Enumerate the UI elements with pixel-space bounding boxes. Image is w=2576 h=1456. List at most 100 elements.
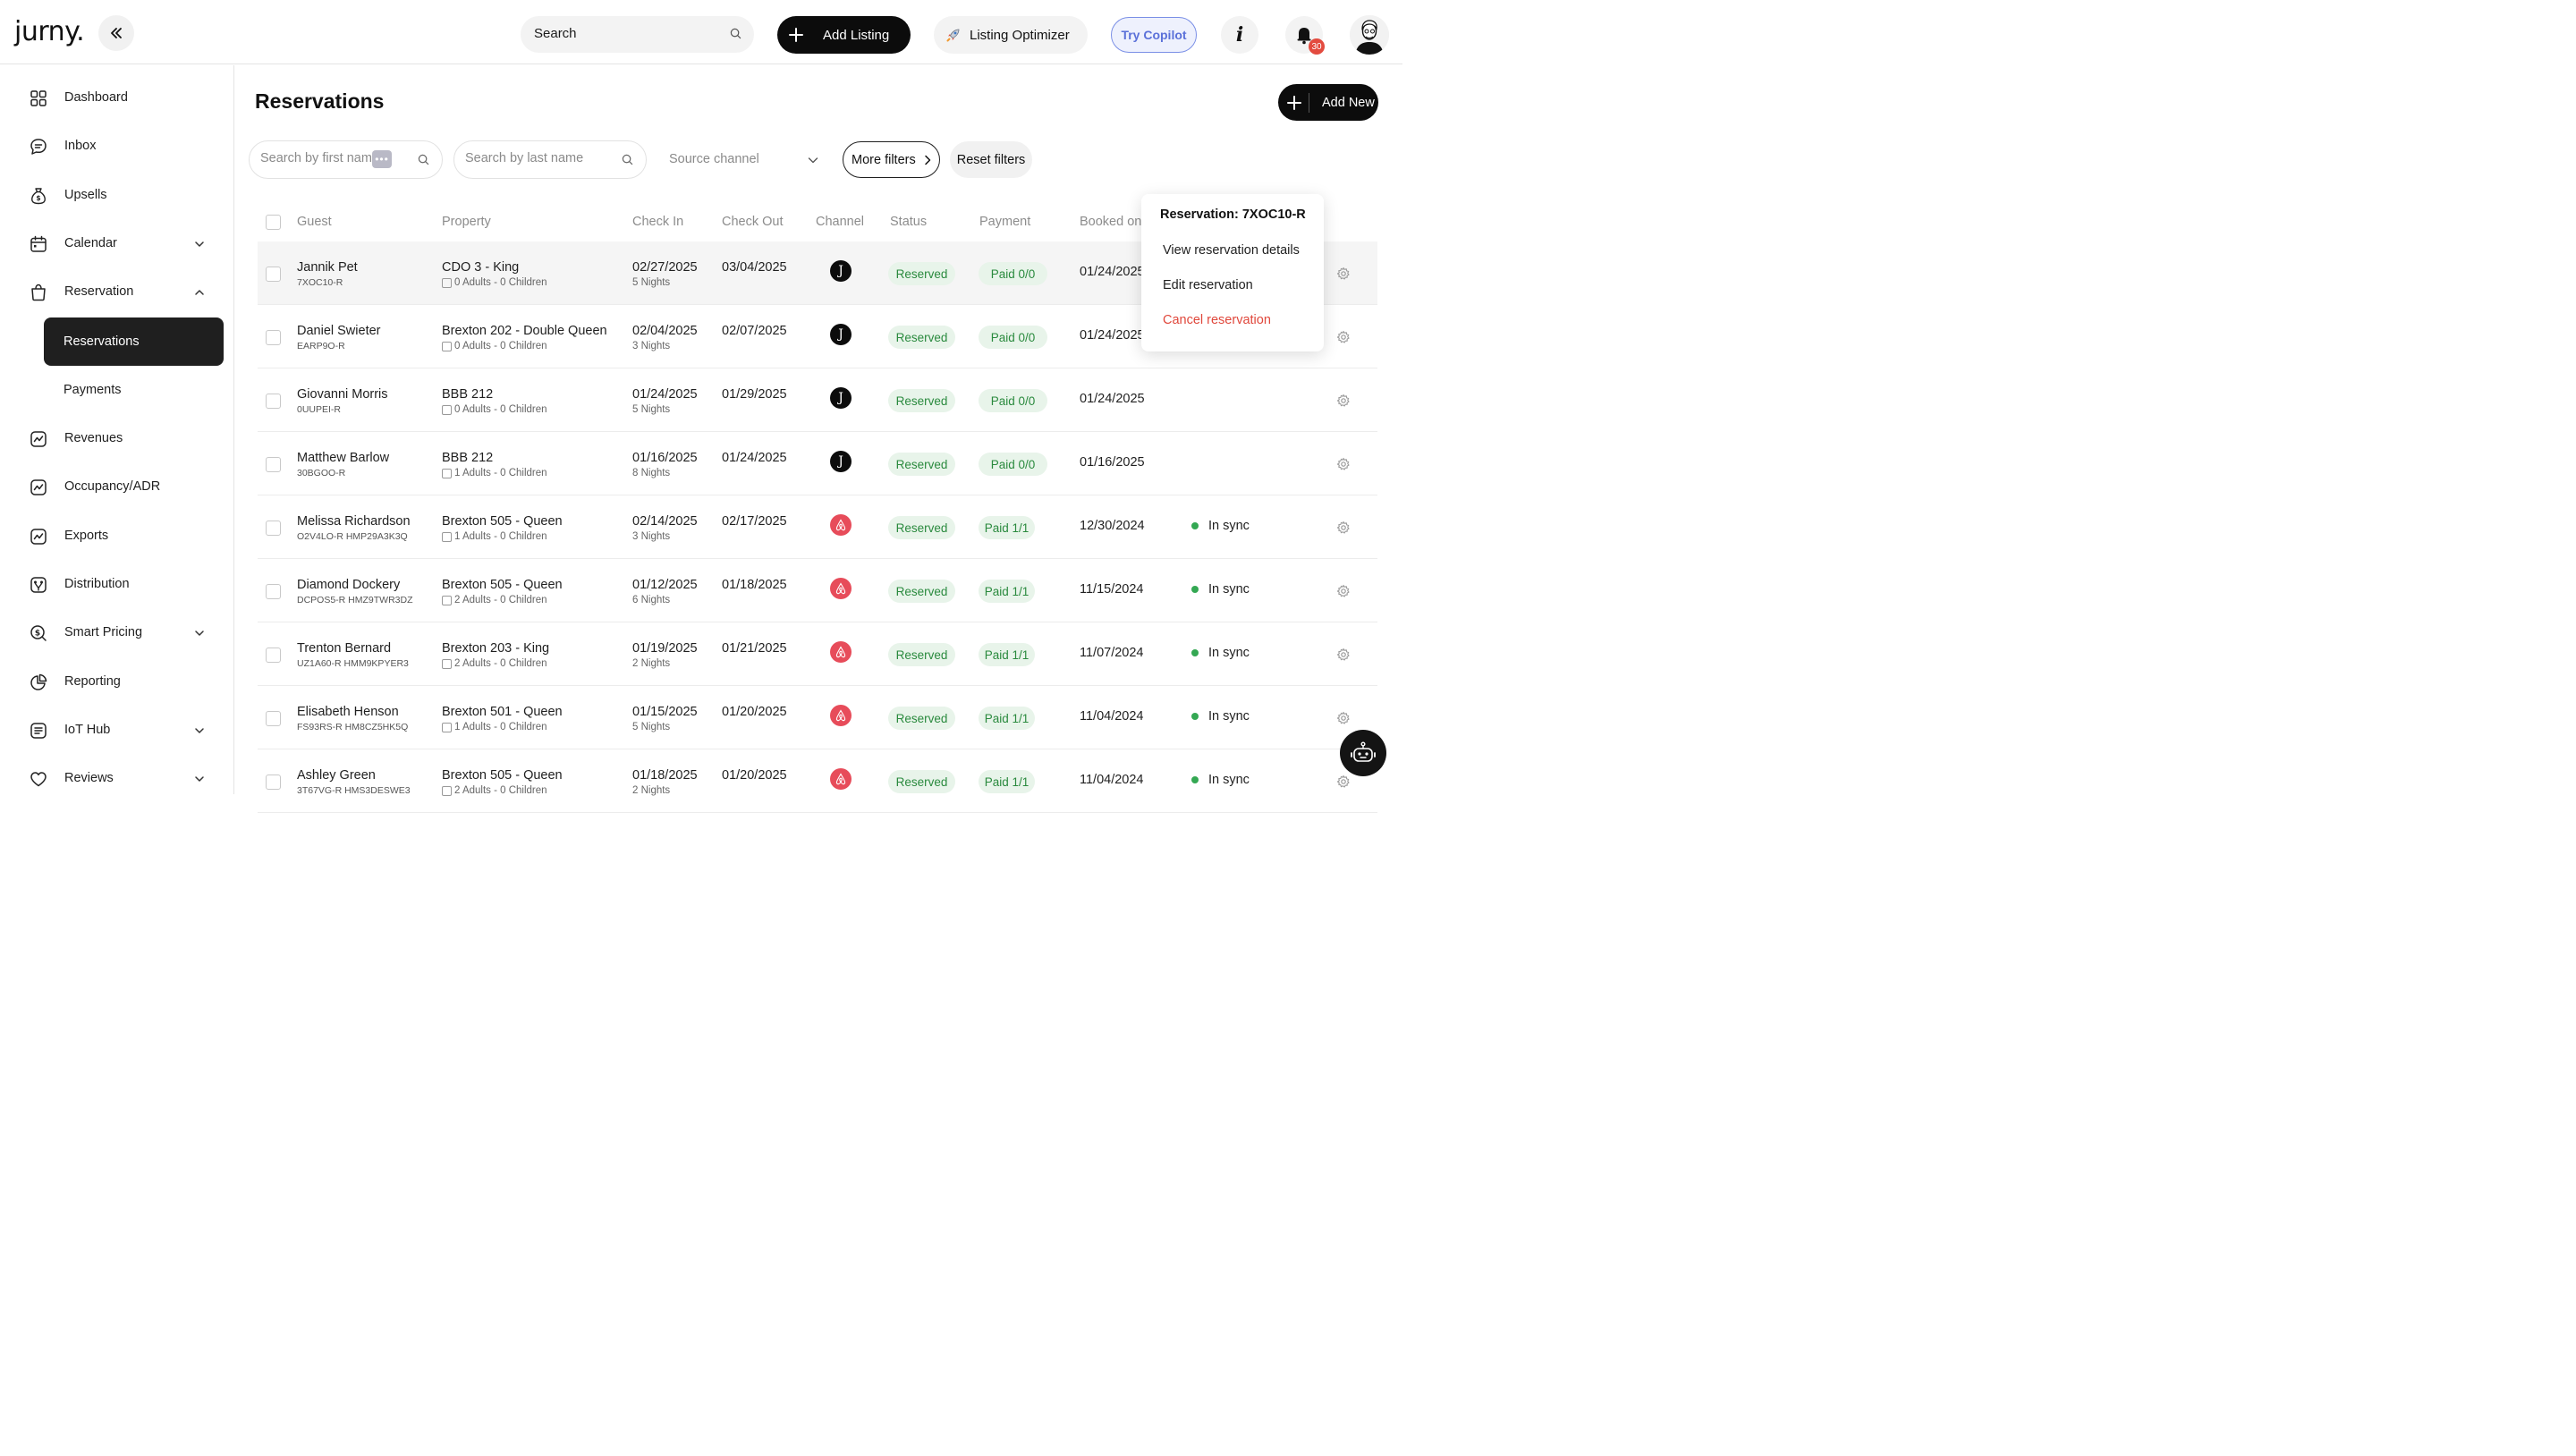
check-in-date: 01/12/2025 xyxy=(632,578,698,592)
sidebar-item-exports[interactable]: Exports xyxy=(0,519,234,554)
row-checkbox[interactable] xyxy=(266,648,281,663)
guest-name[interactable]: Matthew Barlow xyxy=(297,451,389,465)
property-name[interactable]: Brexton 505 - Queen xyxy=(442,768,563,783)
global-search[interactable]: Search xyxy=(521,16,754,53)
table-row[interactable]: Melissa Richardson O2V4LO-R HMP29A3K3Q Bre… xyxy=(258,495,1377,559)
guests-icon xyxy=(442,468,452,478)
sidebar-item-distribution[interactable]: Distribution xyxy=(0,567,234,603)
property-name[interactable]: BBB 212 xyxy=(442,387,493,402)
table-row[interactable]: Matthew Barlow 30BGOO-R BBB 212 1 Adults - … xyxy=(258,432,1377,495)
gear-icon[interactable] xyxy=(1336,648,1351,662)
more-options-icon[interactable]: ••• xyxy=(372,150,392,168)
row-checkbox[interactable] xyxy=(266,394,281,409)
column-header-property[interactable]: Property xyxy=(442,215,491,229)
check-out-date: 01/21/2025 xyxy=(722,641,787,656)
property-name[interactable]: Brexton 203 - King xyxy=(442,641,549,656)
guest-name[interactable]: Daniel Swieter xyxy=(297,324,381,338)
first-name-input[interactable] xyxy=(260,151,372,165)
property-name[interactable]: BBB 212 xyxy=(442,451,493,465)
table-row[interactable]: Giovanni Morris 0UUPEI-R BBB 212 0 Adults -… xyxy=(258,368,1377,432)
svg-text:$: $ xyxy=(35,630,40,639)
gear-icon[interactable] xyxy=(1336,521,1351,535)
guest-name[interactable]: Ashley Green xyxy=(297,768,376,783)
source-channel-select[interactable]: Source channel xyxy=(658,140,828,179)
occupancy-info: 0 Adults - 0 Children xyxy=(442,341,547,351)
sidebar-item-reservation[interactable]: Reservation xyxy=(0,275,234,310)
row-checkbox[interactable] xyxy=(266,775,281,790)
sidebar-item-calendar[interactable]: Calendar xyxy=(0,226,234,262)
guest-name[interactable]: Melissa Richardson xyxy=(297,514,411,529)
guest-name[interactable]: Trenton Bernard xyxy=(297,641,391,656)
chevron-down-icon xyxy=(195,776,204,782)
sidebar-subitem-payments[interactable]: Payments xyxy=(44,366,224,414)
reset-filters-button[interactable]: Reset filters xyxy=(950,141,1032,178)
row-checkbox[interactable] xyxy=(266,457,281,472)
chevron-down-icon xyxy=(195,728,204,733)
try-copilot-button[interactable]: Try Copilot xyxy=(1111,17,1197,53)
table-row[interactable]: Diamond Dockery DCPOS5-R HMZ9TWR3DZ Brexto… xyxy=(258,559,1377,622)
guest-name[interactable]: Diamond Dockery xyxy=(297,578,400,592)
sidebar-item-revenues[interactable]: Revenues xyxy=(0,421,234,457)
user-avatar[interactable] xyxy=(1350,15,1389,55)
chevron-up-icon xyxy=(195,290,204,295)
gear-icon[interactable] xyxy=(1336,584,1351,598)
last-name-filter[interactable] xyxy=(453,140,647,179)
listing-optimizer-button[interactable]: Listing Optimizer xyxy=(934,16,1088,54)
property-name[interactable]: Brexton 202 - Double Queen xyxy=(442,324,607,338)
sidebar-item-dashboard[interactable]: Dashboard xyxy=(0,80,234,116)
property-name[interactable]: Brexton 505 - Queen xyxy=(442,578,563,592)
column-header-check-out[interactable]: Check Out xyxy=(722,215,784,229)
sidebar-item-upsells[interactable]: $ Upsells xyxy=(0,178,234,214)
guest-name[interactable]: Giovanni Morris xyxy=(297,387,388,402)
jurny-logo[interactable]: jurny. xyxy=(14,16,85,47)
table-row[interactable]: Ashley Green 3T67VG-R HMS3DESWE3 Brexton 5… xyxy=(258,749,1377,813)
row-checkbox[interactable] xyxy=(266,711,281,726)
column-header-payment[interactable]: Payment xyxy=(979,215,1030,229)
gear-icon[interactable] xyxy=(1336,457,1351,471)
row-checkbox[interactable] xyxy=(266,267,281,282)
edit-reservation-item[interactable]: Edit reservation xyxy=(1163,278,1253,292)
select-all-checkbox[interactable] xyxy=(266,215,281,230)
assistant-bot-button[interactable] xyxy=(1340,730,1386,776)
column-header-check-in[interactable]: Check In xyxy=(632,215,683,229)
sidebar-item-inbox[interactable]: Inbox xyxy=(0,129,234,165)
sidebar-item-reviews[interactable]: Reviews xyxy=(0,761,234,797)
column-header-channel[interactable]: Channel xyxy=(816,215,864,229)
nights-count: 2 Nights xyxy=(632,785,671,796)
last-name-input[interactable] xyxy=(465,151,617,165)
airbnb-channel-icon xyxy=(830,705,852,726)
view-reservation-details-item[interactable]: View reservation details xyxy=(1163,243,1300,258)
add-new-button[interactable]: Add New xyxy=(1278,84,1378,121)
property-name[interactable]: Brexton 501 - Queen xyxy=(442,705,563,719)
sidebar-item-occupancy-adr[interactable]: Occupancy/ADR xyxy=(0,470,234,505)
gear-icon[interactable] xyxy=(1336,711,1351,725)
column-header-guest[interactable]: Guest xyxy=(297,215,332,229)
gear-icon[interactable] xyxy=(1336,394,1351,408)
first-name-filter[interactable] xyxy=(249,140,443,179)
sidebar-item-label: Calendar xyxy=(64,236,117,250)
gear-icon[interactable] xyxy=(1336,330,1351,344)
sidebar-item-reporting[interactable]: Reporting xyxy=(0,665,234,700)
cancel-reservation-item[interactable]: Cancel reservation xyxy=(1163,313,1271,327)
guest-name[interactable]: Elisabeth Henson xyxy=(297,705,399,719)
property-name[interactable]: CDO 3 - King xyxy=(442,260,519,275)
row-checkbox[interactable] xyxy=(266,330,281,345)
row-checkbox[interactable] xyxy=(266,521,281,536)
info-button[interactable]: i xyxy=(1221,16,1258,54)
column-header-booked-on[interactable]: Booked on xyxy=(1080,215,1141,229)
row-checkbox[interactable] xyxy=(266,584,281,599)
gear-icon[interactable] xyxy=(1336,775,1351,789)
more-filters-button[interactable]: More filters xyxy=(843,141,940,178)
property-name[interactable]: Brexton 505 - Queen xyxy=(442,514,563,529)
gear-icon[interactable] xyxy=(1336,267,1351,281)
add-listing-button[interactable]: Add Listing xyxy=(777,16,911,54)
chevron-right-icon xyxy=(924,155,930,165)
sidebar-item-smart-pricing[interactable]: $ Smart Pricing xyxy=(0,615,234,651)
column-header-status[interactable]: Status xyxy=(890,215,927,229)
sidebar-subitem-reservations[interactable]: Reservations xyxy=(44,317,224,366)
sidebar-item-iot-hub[interactable]: IoT Hub xyxy=(0,713,234,749)
collapse-sidebar-button[interactable] xyxy=(98,15,134,51)
table-row[interactable]: Trenton Bernard UZ1A60-R HMM9KPYER3 Brexto… xyxy=(258,622,1377,686)
guest-name[interactable]: Jannik Pet xyxy=(297,260,358,275)
table-row[interactable]: Elisabeth Henson FS93RS-R HM8CZ5HK5Q Brext… xyxy=(258,686,1377,749)
